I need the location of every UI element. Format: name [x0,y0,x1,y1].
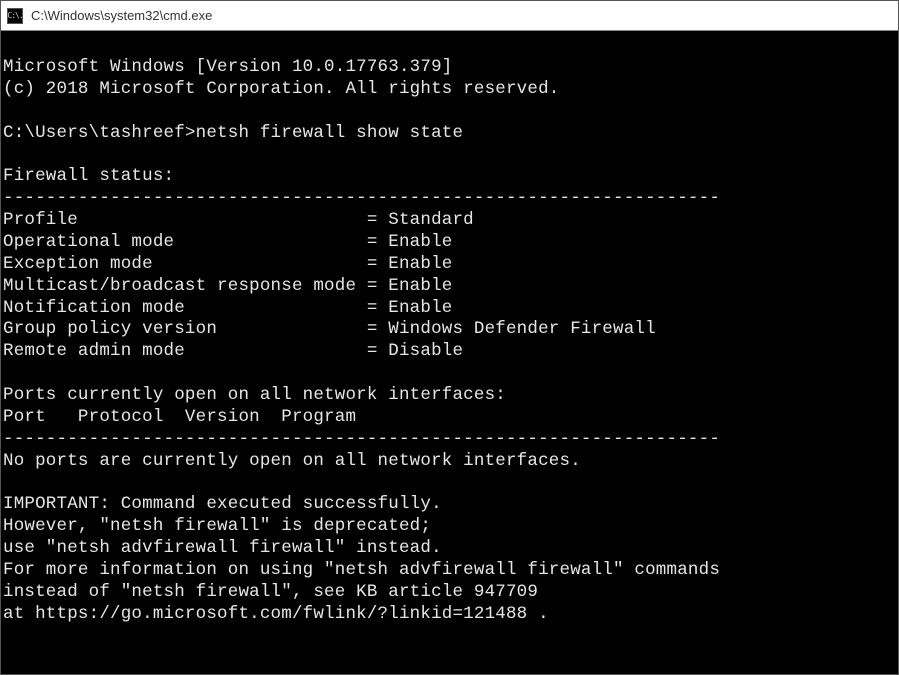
important-line-6: at https://go.microsoft.com/fwlink/?link… [3,604,549,624]
firewall-row-group-policy: Group policy version = Windows Defender … [3,319,656,339]
firewall-row-multicast-mode: Multicast/broadcast response mode = Enab… [3,276,452,296]
firewall-row-operational-mode: Operational mode = Enable [3,232,452,252]
console-output[interactable]: Microsoft Windows [Version 10.0.17763.37… [1,31,898,674]
entered-command: netsh firewall show state [196,123,464,143]
firewall-header: Firewall status: [3,166,174,186]
window-title: C:\Windows\system32\cmd.exe [31,8,212,23]
important-line-5: instead of "netsh firewall", see KB arti… [3,582,538,602]
ports-heading: Ports currently open on all network inte… [3,385,506,405]
prompt-path: C:\Users\tashreef> [3,123,196,143]
cmd-window: C:\. C:\Windows\system32\cmd.exe Microso… [0,0,899,675]
ports-columns: Port Protocol Version Program [3,407,356,427]
firewall-rule: ----------------------------------------… [3,188,720,208]
titlebar[interactable]: C:\. C:\Windows\system32\cmd.exe [1,1,898,31]
banner-version: Microsoft Windows [Version 10.0.17763.37… [3,57,452,77]
important-line-3: use "netsh advfirewall firewall" instead… [3,538,442,558]
firewall-row-exception-mode: Exception mode = Enable [3,254,452,274]
important-line-4: For more information on using "netsh adv… [3,560,720,580]
firewall-row-remote-admin: Remote admin mode = Disable [3,341,463,361]
important-line-2: However, "netsh firewall" is deprecated; [3,516,431,536]
firewall-row-profile: Profile = Standard [3,210,474,230]
firewall-row-notification-mode: Notification mode = Enable [3,298,452,318]
ports-none: No ports are currently open on all netwo… [3,451,581,471]
important-line-1: IMPORTANT: Command executed successfully… [3,494,442,514]
prompt-line: C:\Users\tashreef>netsh firewall show st… [3,123,463,143]
cmd-icon: C:\. [7,8,23,24]
banner-copyright: (c) 2018 Microsoft Corporation. All righ… [3,79,560,99]
ports-rule: ----------------------------------------… [3,429,720,449]
